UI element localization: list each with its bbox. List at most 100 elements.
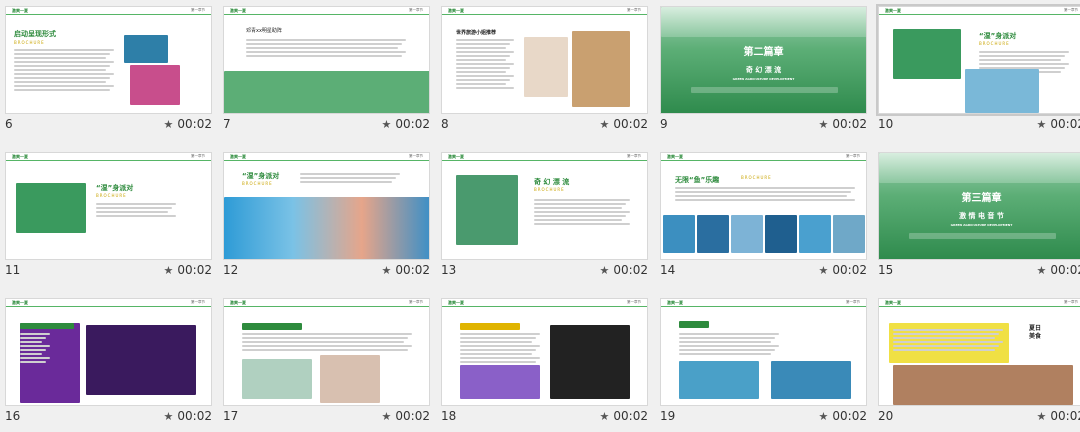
slide-thumbnail[interactable]: 第三篇章激 情 电 音 节 GREEN AGRICULTURE DEVELOPME… (878, 152, 1080, 260)
slide-header: 激爽一夏 第一章节 (442, 153, 647, 162)
section-subtitle: 奇 幻 漂 流 (745, 66, 782, 74)
slide-thumbnail[interactable]: 激爽一夏 第一章节奇 幻 漂 流 BROCHURE (441, 152, 648, 260)
slide-subtitle: BROCHURE (242, 181, 273, 186)
slide-thumbnail[interactable]: 激爽一夏 第一章节 “湿”身派对 BROCHURE (876, 4, 1080, 116)
photo (833, 215, 865, 253)
text-line (979, 63, 1069, 65)
slide-thumbnail-cell[interactable]: 激爽一夏 第一章节 邓青xx明星助阵 7 ★ 00:02 (218, 0, 430, 140)
text-line (456, 47, 506, 49)
slide-thumbnail[interactable]: 激爽一夏 第一章节 启动呈现形式 BROCHURE (5, 6, 212, 114)
slide-title: 夏日美食 (1029, 325, 1042, 340)
caption-band (909, 233, 1056, 239)
slide-header: 激爽一夏 第一章节 (224, 7, 429, 16)
photo (965, 69, 1039, 113)
slide-number: 16 (5, 409, 21, 423)
slide-thumbnail[interactable]: 激爽一夏 第一章节 “湿”身派对 BROCHURE (5, 152, 212, 260)
slide-duration: ★00:02 (164, 117, 212, 131)
star-icon: ★ (163, 264, 174, 277)
slide-footer: 15 ★00:02 (878, 263, 1080, 281)
text-line (14, 61, 114, 63)
slide-subtitle: BROCHURE (96, 193, 127, 198)
slide-thumbnail[interactable]: 激爽一夏 第一章节 (660, 298, 867, 406)
slide-number: 15 (878, 263, 894, 277)
label (242, 323, 302, 330)
slide-thumbnail[interactable]: 激爽一夏 第一章节 无限“鱼”乐趣 BROCHURE (660, 152, 867, 260)
duration-value: 00:02 (1050, 263, 1080, 277)
text-line (456, 67, 510, 69)
slide-title: “湿”身派对 (979, 32, 1017, 40)
text-line (14, 49, 114, 51)
slide-duration: ★00:02 (164, 409, 212, 423)
slide-header: 激爽一夏 第一章节 (879, 7, 1080, 16)
slide-thumbnail-cell[interactable]: 激爽一夏 第一章节奇 幻 漂 流 BROCHURE 13 ★ 00:02 (436, 146, 648, 286)
text-line (679, 345, 779, 347)
slide-footer: 16 ★ 00:02 (5, 409, 212, 427)
slide-thumbnail-cell[interactable]: 第三篇章激 情 电 音 节 GREEN AGRICULTURE DEVELOPME… (873, 146, 1080, 286)
text-line (456, 87, 514, 89)
star-icon: ★ (381, 264, 392, 277)
photo (731, 215, 763, 253)
text-line (979, 55, 1065, 57)
slide-duration: ★00:02 (819, 409, 867, 423)
star-icon: ★ (599, 410, 610, 423)
slide-thumbnail[interactable]: 激爽一夏 第一章节 (223, 298, 430, 406)
slide-number: 12 (223, 263, 239, 277)
text-line (242, 333, 412, 335)
slide-title: 无限“鱼”乐趣 (675, 176, 720, 184)
text-line (20, 337, 46, 339)
slide-header: 激爽一夏 第一章节 (661, 153, 866, 162)
section-caption: GREEN AGRICULTURE DEVELOPMENT (732, 77, 795, 81)
slide-thumbnail[interactable]: 激爽一夏 第一章节 夏日美食 (878, 298, 1080, 406)
slide-thumbnail-cell[interactable]: 激爽一夏 第一章节 “湿”身派对 BROCHURE 12 ★ 00:02 (218, 146, 430, 286)
slide-thumbnail-cell[interactable]: 激爽一夏 第一章节 17 ★ 00:02 (218, 292, 430, 432)
slide-thumbnail[interactable]: 激爽一夏 第一章节 (441, 298, 648, 406)
text-line (460, 349, 536, 351)
slide-thumbnail-cell[interactable]: 激爽一夏第一章节 “湿”身派对BROCHURE 10 ★00:02 (873, 0, 1080, 140)
slide-thumbnail-cell[interactable]: 激爽一夏 第一章节 19 ★ 00:02 (655, 292, 867, 432)
slide-thumbnail[interactable]: 第二篇章奇 幻 漂 流 GREEN AGRICULTURE DEVELOPMENT (660, 6, 867, 114)
slide-thumbnail-cell[interactable]: 激爽一夏第一章节夏日美食 20 ★00:02 (873, 292, 1080, 432)
slide-thumbnail-cell[interactable]: 激爽一夏 第一章节 “湿”身派对 BROCHURE 11 ★ 00:02 (0, 146, 212, 286)
slide-thumbnail[interactable]: 激爽一夏 第一章节 “湿”身派对 BROCHURE (223, 152, 430, 260)
slide-number: 10 (878, 117, 894, 131)
slide-thumbnail-cell[interactable]: 激爽一夏 第一章节 18 ★ 00:02 (436, 292, 648, 432)
text-line (242, 341, 404, 343)
text-line (300, 177, 396, 179)
text-line (679, 341, 771, 343)
text-line (96, 215, 176, 217)
duration-value: 00:02 (395, 263, 430, 277)
slide-thumbnail-cell[interactable]: 激爽一夏 第一章节 无限“鱼”乐趣 BROCHURE 14 ★ 00:02 (655, 146, 867, 286)
header-rule (224, 306, 429, 307)
slide-thumbnail[interactable]: 激爽一夏 第一章节 世界旅游小姐推荐 (441, 6, 648, 114)
slide-thumbnail-cell[interactable]: 第二篇章奇 幻 漂 流 GREEN AGRICULTURE DEVELOPMENT… (655, 0, 867, 140)
slide-subtitle: BROCHURE (14, 40, 45, 45)
slide-header: 激爽一夏 第一章节 (442, 299, 647, 308)
slide-duration: ★00:02 (382, 263, 430, 277)
text-line (20, 341, 42, 343)
slide-duration: ★00:02 (819, 263, 867, 277)
photo (572, 31, 630, 107)
duration-value: 00:02 (613, 117, 648, 131)
text-line (246, 43, 402, 45)
text-line (460, 353, 532, 355)
slide-number: 7 (223, 117, 231, 131)
slide-thumbnail-cell[interactable]: 激爽一夏 第一章节 启动呈现形式 BROCHURE 6 ★ 00:02 (0, 0, 212, 140)
slide-thumbnail[interactable]: 激爽一夏 第一章节 (5, 298, 212, 406)
slide-thumbnail[interactable]: 激爽一夏 第一章节 邓青xx明星助阵 (223, 6, 430, 114)
text-line (456, 39, 514, 41)
duration-value: 00:02 (613, 409, 648, 423)
text-line (534, 207, 622, 209)
photo (320, 355, 380, 403)
slide-thumbnail-cell[interactable]: 激爽一夏 第一章节 16 ★ 00:02 (0, 292, 212, 432)
text-line (96, 207, 172, 209)
header-meta: 第一章节 (409, 8, 423, 12)
slide-duration: ★00:02 (600, 117, 648, 131)
text-line (20, 345, 50, 347)
slide-thumbnail-cell[interactable]: 激爽一夏 第一章节 世界旅游小姐推荐 8 ★ 00:02 (436, 0, 648, 140)
text-line (893, 345, 999, 347)
text-line (456, 83, 506, 85)
text-line (300, 181, 392, 183)
text-line (14, 57, 106, 59)
slide-subtitle: BROCHURE (534, 187, 565, 192)
header-meta: 第一章节 (191, 300, 205, 304)
